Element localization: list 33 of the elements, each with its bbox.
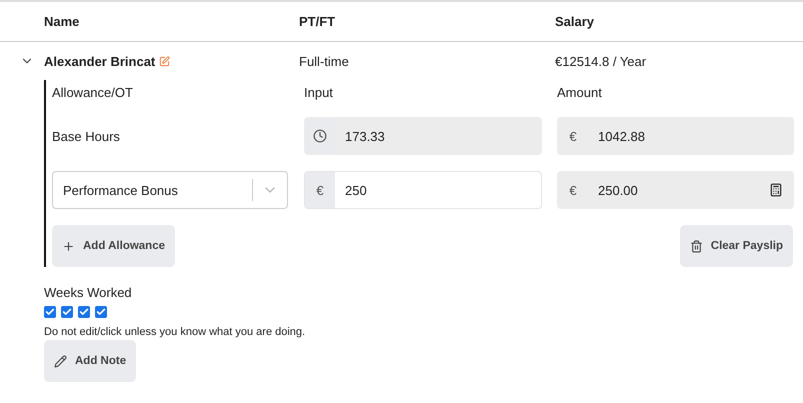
amount-field: € 250.00	[557, 171, 794, 209]
currency-addon: €	[305, 172, 335, 208]
week-checkbox[interactable]	[61, 306, 73, 318]
trash-icon	[690, 240, 703, 252]
calculator-icon[interactable]	[769, 183, 783, 197]
allowance-select[interactable]: Performance Bonus	[52, 171, 288, 209]
currency-addon: €	[568, 182, 578, 200]
week-checkbox[interactable]	[95, 306, 107, 318]
employment-type: Full-time	[299, 54, 350, 68]
input-field[interactable]: € 250	[304, 171, 542, 209]
column-header: Salary	[555, 14, 596, 29]
currency-addon: €	[568, 128, 578, 146]
row-label: Base Hours	[52, 128, 121, 144]
column-header: Input	[304, 84, 334, 100]
clock-icon	[313, 129, 327, 143]
warning-text: Do not edit/click unless you know what you are doing.	[44, 326, 306, 338]
employee-name: Alexander Brincat	[44, 54, 156, 68]
column-header: Name	[44, 14, 80, 29]
clear-payslip-button[interactable]: Clear Payslip	[680, 225, 793, 267]
edit-icon[interactable]	[159, 56, 170, 66]
column-header: PT/FT	[299, 14, 336, 29]
pencil-icon	[54, 354, 67, 368]
amount-field: € 1042.88	[557, 117, 794, 155]
salary: €12514.8 / Year	[555, 54, 648, 68]
input-field[interactable]: 173.33	[304, 117, 542, 155]
add-note-button[interactable]: Add Note	[44, 340, 136, 382]
week-checkbox[interactable]	[78, 306, 90, 318]
column-header: Allowance/OT	[52, 84, 134, 100]
plus-icon	[62, 240, 75, 252]
week-checkbox[interactable]	[44, 306, 56, 318]
add-allowance-button[interactable]: Add Allowance	[52, 225, 175, 267]
column-header: Amount	[557, 84, 603, 100]
weeks-label: Weeks Worked	[44, 285, 132, 300]
